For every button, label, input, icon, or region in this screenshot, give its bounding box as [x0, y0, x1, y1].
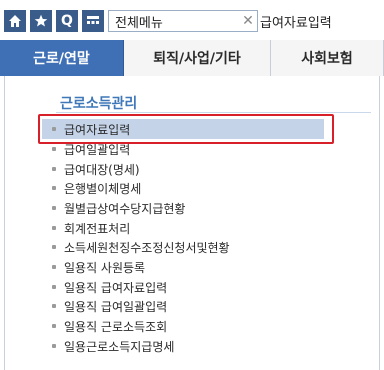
- grid-icon[interactable]: [82, 10, 104, 32]
- top-toolbar: Q 전체메뉴 ✕ 급여자료입력: [0, 0, 384, 40]
- q-icon[interactable]: Q: [56, 10, 78, 32]
- menu-item[interactable]: 소득세원천징수조정신청서및현황: [52, 238, 332, 256]
- menu-item[interactable]: 은행별이체명세: [52, 179, 332, 197]
- bullet-icon: [52, 304, 56, 308]
- menu-item-label: 월별급상여수당지급현황: [64, 201, 186, 216]
- home-icon[interactable]: [4, 10, 26, 32]
- section-title: 근로소득관리: [60, 96, 138, 112]
- menu-item-label: 소득세원천징수조정신청서및현황: [64, 240, 230, 255]
- q-label: Q: [61, 13, 73, 29]
- all-menu-tab[interactable]: 전체메뉴 ✕: [108, 10, 258, 32]
- menu-item[interactable]: 일용직 근로소득조회: [52, 317, 332, 335]
- bullet-icon: [52, 285, 56, 289]
- selection-highlight-box: [38, 114, 334, 144]
- bullet-icon: [52, 206, 56, 210]
- menu-item-label: 일용직 급여자료입력: [64, 280, 168, 295]
- menu-item-label: 급여대장(명세): [64, 162, 140, 177]
- tab-retire-business-other[interactable]: 퇴직/사업/기타: [124, 40, 271, 76]
- menu-item[interactable]: 일용근로소득지급명세: [52, 337, 332, 355]
- menu-item-label: 일용직 사원등록: [64, 260, 146, 275]
- menu-item[interactable]: 회계전표처리: [52, 219, 332, 237]
- bullet-icon: [52, 226, 56, 230]
- bullet-icon: [52, 147, 56, 151]
- menu-item[interactable]: 일용직 급여일괄입력: [52, 297, 332, 315]
- all-menu-label: 전체메뉴: [115, 15, 163, 31]
- menu-item-label: 은행별이체명세: [64, 181, 142, 196]
- tab-labor-yearend[interactable]: 근로/연말: [0, 40, 124, 76]
- menu-item[interactable]: 일용직 급여자료입력: [52, 278, 332, 296]
- section-divider: [56, 112, 371, 113]
- menu-item-label: 회계전표처리: [64, 221, 131, 236]
- star-icon[interactable]: [30, 10, 52, 32]
- current-page-label: 급여자료입력: [260, 16, 332, 31]
- bullet-icon: [52, 186, 56, 190]
- menu-item[interactable]: 급여대장(명세): [52, 160, 332, 178]
- category-tabs: 근로/연말 퇴직/사업/기타 사회보험: [0, 40, 384, 76]
- close-icon[interactable]: ✕: [239, 13, 257, 29]
- tab-social-insurance[interactable]: 사회보험: [271, 40, 384, 76]
- bullet-icon: [52, 265, 56, 269]
- bullet-icon: [52, 324, 56, 328]
- menu-item-label: 일용직 급여일괄입력: [64, 299, 168, 314]
- menu-item-label: 일용근로소득지급명세: [64, 339, 175, 354]
- menu-item[interactable]: 월별급상여수당지급현황: [52, 199, 332, 217]
- menu-item-label: 일용직 근로소득조회: [64, 319, 168, 334]
- menu-item[interactable]: 일용직 사원등록: [52, 258, 332, 276]
- bullet-icon: [52, 245, 56, 249]
- bullet-icon: [52, 167, 56, 171]
- bullet-icon: [52, 344, 56, 348]
